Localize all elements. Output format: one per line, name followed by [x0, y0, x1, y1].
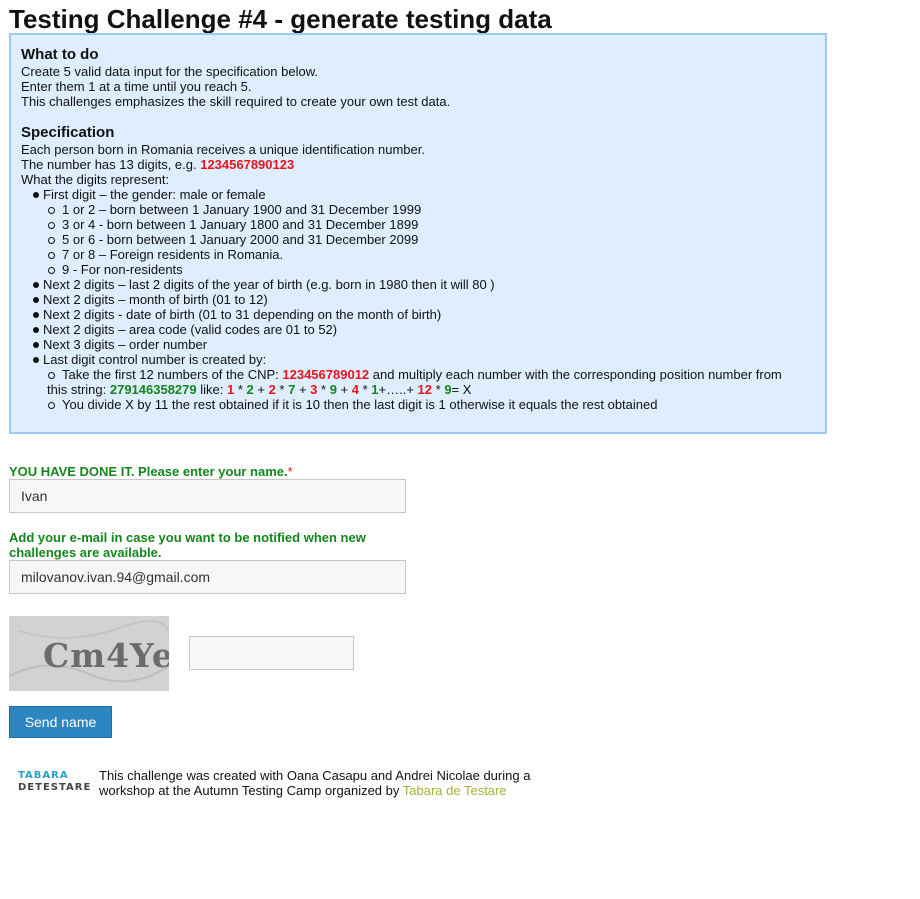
name-label-text: YOU HAVE DONE IT. Please enter your name…	[9, 464, 288, 479]
spec-example-prefix: The number has 13 digits, e.g.	[21, 157, 201, 172]
formula-end: = X	[451, 382, 472, 397]
formula-b: 9	[329, 382, 337, 397]
formula-b: 9	[444, 382, 452, 397]
formula-a: 4	[351, 382, 359, 397]
logo-top: TABARA	[18, 770, 69, 781]
formula-a: 12	[417, 382, 433, 397]
formula-b: 1	[371, 382, 379, 397]
bullet	[33, 327, 39, 333]
gender-rule: 3 or 4 - born between 1 January 1800 and…	[62, 217, 419, 232]
spec-item: Next 2 digits – month of birth (01 to 12…	[43, 292, 268, 307]
page-title: Testing Challenge #4 - generate testing …	[9, 4, 552, 34]
sub-bullet	[48, 402, 55, 409]
spec-item: Next 2 digits - date of birth (01 to 31 …	[43, 307, 442, 322]
spec-last-digit: Last digit control number is created by:	[43, 352, 267, 367]
logo-bottom: DETESTARE	[18, 782, 92, 793]
captcha-text: Cm4Ye	[43, 636, 169, 675]
sub-bullet	[48, 237, 55, 244]
formula-b: 2	[246, 382, 254, 397]
spec-item: Next 2 digits – area code (valid codes a…	[43, 322, 338, 337]
email-label-line: Add your e-mail in case you want to be n…	[9, 530, 366, 545]
footer-credits: This challenge was created with Oana Cas…	[99, 768, 530, 798]
sub-bullet	[48, 252, 55, 259]
challenge-panel: What to do Create 5 valid data input for…	[9, 33, 827, 434]
email-label-line: challenges are available.	[9, 545, 162, 560]
formula-a: 2	[268, 382, 276, 397]
required-mark: *	[287, 464, 293, 479]
bullet	[33, 342, 39, 348]
formula-a: 1	[226, 382, 235, 397]
what-to-do-line: Enter them 1 at a time until you reach 5…	[21, 79, 252, 94]
name-input[interactable]	[9, 479, 406, 513]
email-label: Add your e-mail in case you want to be n…	[9, 530, 366, 560]
name-label: YOU HAVE DONE IT. Please enter your name…	[9, 464, 293, 479]
control-string: 279146358279	[109, 382, 197, 397]
bullet	[33, 192, 39, 198]
tabara-de-testare-link[interactable]: Tabara de Testare	[403, 783, 507, 798]
send-name-button[interactable]: Send name	[9, 706, 112, 738]
captcha-image: Cm4Ye	[9, 616, 169, 691]
specification-heading: Specification	[21, 124, 115, 141]
gender-rule: 9 - For non-residents	[62, 262, 183, 277]
divide-line: You divide X by 11 the rest obtained if …	[62, 397, 658, 412]
sub-bullet	[48, 372, 55, 379]
tabara-de-testare-logo: TABARA DETESTARE	[18, 770, 90, 796]
sub-bullet	[48, 267, 55, 274]
like-text: like:	[196, 382, 227, 397]
sub-bullet	[48, 207, 55, 214]
formula-dots: +…..+	[378, 382, 418, 397]
spec-item: Next 2 digits – last 2 digits of the yea…	[43, 277, 495, 292]
email-input[interactable]	[9, 560, 406, 594]
sub-bullet	[48, 222, 55, 229]
take-line: Take the first 12 numbers of the CNP: 12…	[62, 367, 782, 382]
formula-a: 3	[310, 382, 318, 397]
spec-first-digit: First digit – the gender: male or female	[43, 187, 266, 202]
what-to-do-line: This challenges emphasizes the skill req…	[21, 94, 451, 109]
what-to-do-line: Create 5 valid data input for the specif…	[21, 64, 319, 79]
bullet	[33, 282, 39, 288]
bullet	[33, 357, 39, 363]
bullet	[33, 312, 39, 318]
spec-digits-intro: What the digits represent:	[21, 172, 170, 187]
captcha-input[interactable]	[189, 636, 354, 670]
spec-example-line: The number has 13 digits, e.g. 123456789…	[21, 157, 294, 172]
cnp-digits: 123456789012	[282, 367, 370, 382]
formula-line: this string: 279146358279 like: 1 * 2 + …	[47, 382, 472, 397]
footer-text: This challenge was created with Oana Cas…	[99, 768, 531, 783]
bullet	[33, 297, 39, 303]
spec-item: Next 3 digits – order number	[43, 337, 208, 352]
take-mid: and multiply each number with the corres…	[369, 367, 782, 382]
formula-b: 7	[288, 382, 296, 397]
footer-text: workshop at the Autumn Testing Camp orga…	[99, 783, 403, 798]
take-prefix: Take the first 12 numbers of the CNP:	[62, 367, 283, 382]
gender-rule: 5 or 6 - born between 1 January 2000 and…	[62, 232, 419, 247]
gender-rule: 7 or 8 – Foreign residents in Romania.	[62, 247, 284, 262]
spec-example-number: 1234567890123	[200, 157, 295, 172]
what-to-do-heading: What to do	[21, 46, 99, 63]
gender-rule: 1 or 2 – born between 1 January 1900 and…	[62, 202, 422, 217]
spec-intro: Each person born in Romania receives a u…	[21, 142, 425, 157]
string-prefix: this string:	[47, 382, 110, 397]
